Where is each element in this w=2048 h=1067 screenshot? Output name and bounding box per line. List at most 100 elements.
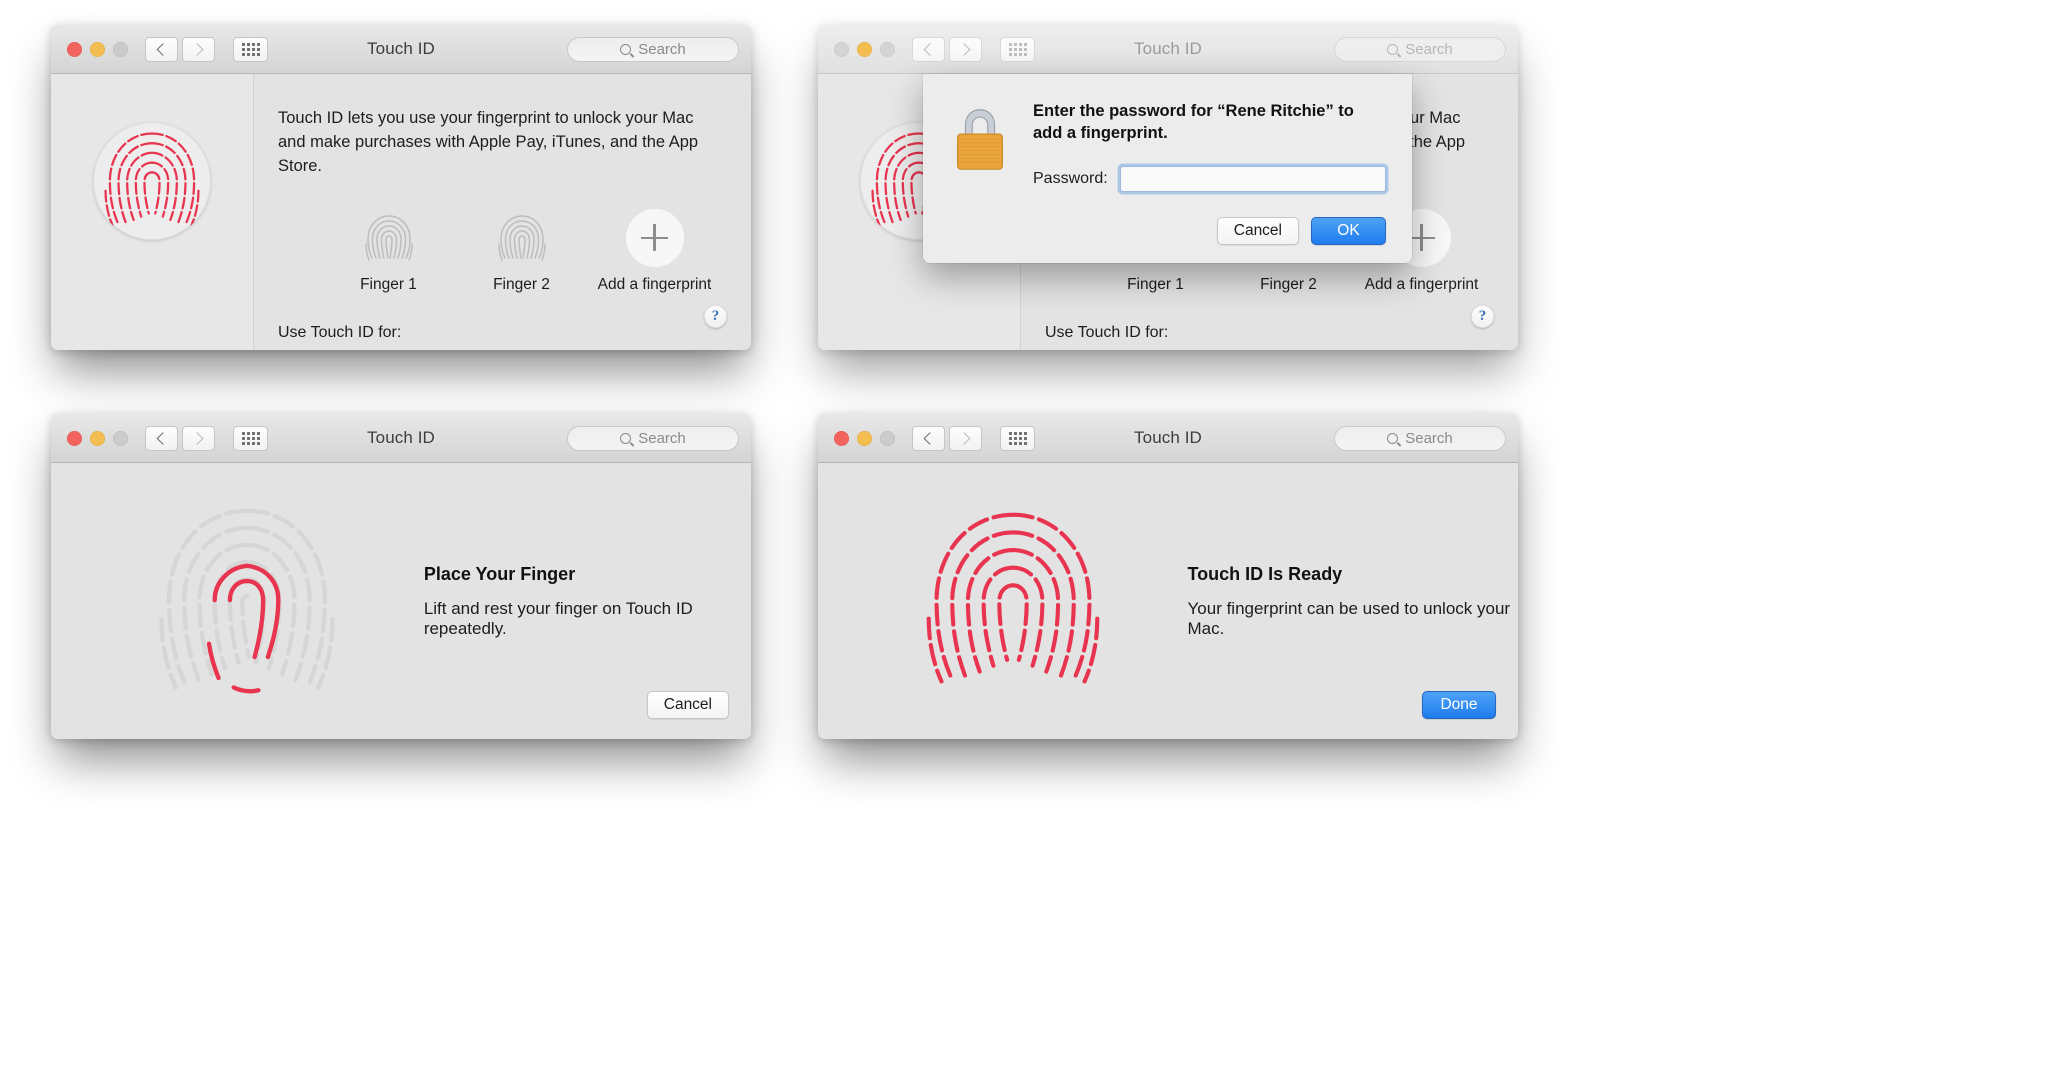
grid-icon [1009, 43, 1027, 56]
password-label: Password: [1033, 170, 1108, 188]
screenshot-canvas: Touch ID Search Touch ID lets you use yo… [0, 0, 2048, 1067]
fingerprint-item-finger-2[interactable]: Finger 2 [455, 209, 588, 294]
left-illustration-pane [51, 74, 254, 350]
nav-buttons[interactable] [145, 426, 215, 451]
window-controls[interactable] [834, 42, 895, 57]
window-place-your-finger[interactable]: Touch ID Search Place Your Finger Lift a… [51, 414, 751, 739]
titlebar[interactable]: Touch ID Search [51, 414, 751, 463]
cancel-button[interactable]: Cancel [1217, 217, 1299, 245]
minimize-button[interactable] [90, 42, 105, 57]
zoom-button[interactable] [880, 42, 895, 57]
help-button[interactable]: ? [704, 305, 727, 328]
forward-button[interactable] [182, 426, 215, 451]
search-placeholder: Search [1405, 430, 1453, 447]
password-row: Password: [1033, 166, 1386, 192]
zoom-button[interactable] [113, 431, 128, 446]
titlebar[interactable]: Touch ID Search [818, 414, 1518, 463]
search-field[interactable]: Search [1334, 426, 1506, 451]
fingerprint-item-finger-1[interactable]: Finger 1 [322, 209, 455, 294]
titlebar[interactable]: Touch ID Search [818, 25, 1518, 74]
ok-button[interactable]: OK [1311, 217, 1386, 245]
fingerprint-label: Finger 2 [455, 276, 588, 294]
zoom-button[interactable] [880, 431, 895, 446]
use-touch-id-heading: Use Touch ID for: [1045, 324, 1490, 342]
search-placeholder: Search [638, 430, 686, 447]
sheet-content: Enter the password for “Rene Ritchie” to… [949, 100, 1386, 192]
help-button[interactable]: ? [1471, 305, 1494, 328]
forward-button[interactable] [949, 37, 982, 62]
lock-icon [949, 100, 1011, 192]
add-fingerprint-item[interactable]: Add a fingerprint [588, 209, 721, 294]
search-icon [620, 433, 631, 444]
window-touch-id-ready[interactable]: Touch ID Search Touch ID Is Ready Your f… [818, 414, 1518, 739]
window-controls[interactable] [834, 431, 895, 446]
search-icon [620, 44, 631, 55]
enrollment-fingerprint-graphic [863, 485, 1163, 717]
password-sheet-dialog[interactable]: Enter the password for “Rene Ritchie” to… [923, 74, 1412, 263]
show-all-button[interactable] [1000, 37, 1035, 62]
nav-buttons[interactable] [912, 37, 982, 62]
window-touch-id-overview[interactable]: Touch ID Search Touch ID lets you use yo… [51, 25, 751, 350]
add-fingerprint-label: Add a fingerprint [1355, 276, 1488, 294]
search-field[interactable]: Search [567, 37, 739, 62]
password-input[interactable] [1120, 166, 1386, 192]
minimize-button[interactable] [90, 431, 105, 446]
enrollment-subtext: Lift and rest your finger on Touch ID re… [424, 599, 751, 639]
fingerprint-icon [98, 127, 206, 235]
enrollment-fingerprint-graphic [96, 487, 399, 715]
search-icon [1387, 433, 1398, 444]
fingerprint-label: Finger 2 [1222, 276, 1355, 294]
nav-buttons[interactable] [912, 426, 982, 451]
forward-button[interactable] [182, 37, 215, 62]
window-touch-id-password-prompt[interactable]: Touch ID Search Touch ID lets you use yo… [818, 25, 1518, 350]
search-placeholder: Search [638, 41, 686, 58]
back-button[interactable] [912, 426, 945, 451]
preferences-body: Touch ID lets you use your fingerprint t… [51, 74, 751, 350]
right-content-pane: Touch ID lets you use your fingerprint t… [254, 74, 751, 350]
enrollment-subtext: Your fingerprint can be used to unlock y… [1188, 599, 1519, 639]
fingerprint-list: Finger 1 Finger 2 Add a fingerprint [278, 209, 723, 294]
close-button[interactable] [834, 431, 849, 446]
search-placeholder: Search [1405, 41, 1453, 58]
cancel-button[interactable]: Cancel [647, 691, 729, 719]
enrollment-body: Place Your Finger Lift and rest your fin… [51, 463, 751, 739]
grid-icon [242, 432, 260, 445]
done-button[interactable]: Done [1422, 691, 1496, 719]
close-button[interactable] [67, 431, 82, 446]
close-button[interactable] [834, 42, 849, 57]
search-field[interactable]: Search [567, 426, 739, 451]
sheet-buttons: Cancel OK [949, 217, 1386, 245]
forward-button[interactable] [949, 426, 982, 451]
back-button[interactable] [145, 37, 178, 62]
window-controls[interactable] [67, 431, 128, 446]
fingerprint-icon [152, 487, 342, 715]
close-button[interactable] [67, 42, 82, 57]
window-controls[interactable] [67, 42, 128, 57]
touch-id-sensor-graphic [93, 122, 211, 240]
grid-icon [1009, 432, 1027, 445]
show-all-button[interactable] [1000, 426, 1035, 451]
nav-buttons[interactable] [145, 37, 215, 62]
fingerprint-icon [915, 485, 1111, 717]
zoom-button[interactable] [113, 42, 128, 57]
titlebar[interactable]: Touch ID Search [51, 25, 751, 74]
show-all-button[interactable] [233, 37, 268, 62]
back-button[interactable] [912, 37, 945, 62]
minimize-button[interactable] [857, 431, 872, 446]
enrollment-heading: Place Your Finger [424, 564, 751, 585]
enrollment-heading: Touch ID Is Ready [1188, 564, 1519, 585]
search-icon [1387, 44, 1398, 55]
enrollment-text: Place Your Finger Lift and rest your fin… [424, 564, 751, 639]
minimize-button[interactable] [857, 42, 872, 57]
fingerprint-label: Finger 1 [1089, 276, 1222, 294]
enrollment-text: Touch ID Is Ready Your fingerprint can b… [1188, 564, 1519, 639]
grid-icon [242, 43, 260, 56]
search-field[interactable]: Search [1334, 37, 1506, 62]
show-all-button[interactable] [233, 426, 268, 451]
fingerprint-label: Finger 1 [322, 276, 455, 294]
sheet-title: Enter the password for “Rene Ritchie” to… [1033, 100, 1386, 145]
back-button[interactable] [145, 426, 178, 451]
fingerprint-icon [360, 209, 418, 267]
sheet-form: Enter the password for “Rene Ritchie” to… [1033, 100, 1386, 192]
plus-icon[interactable] [626, 209, 684, 267]
